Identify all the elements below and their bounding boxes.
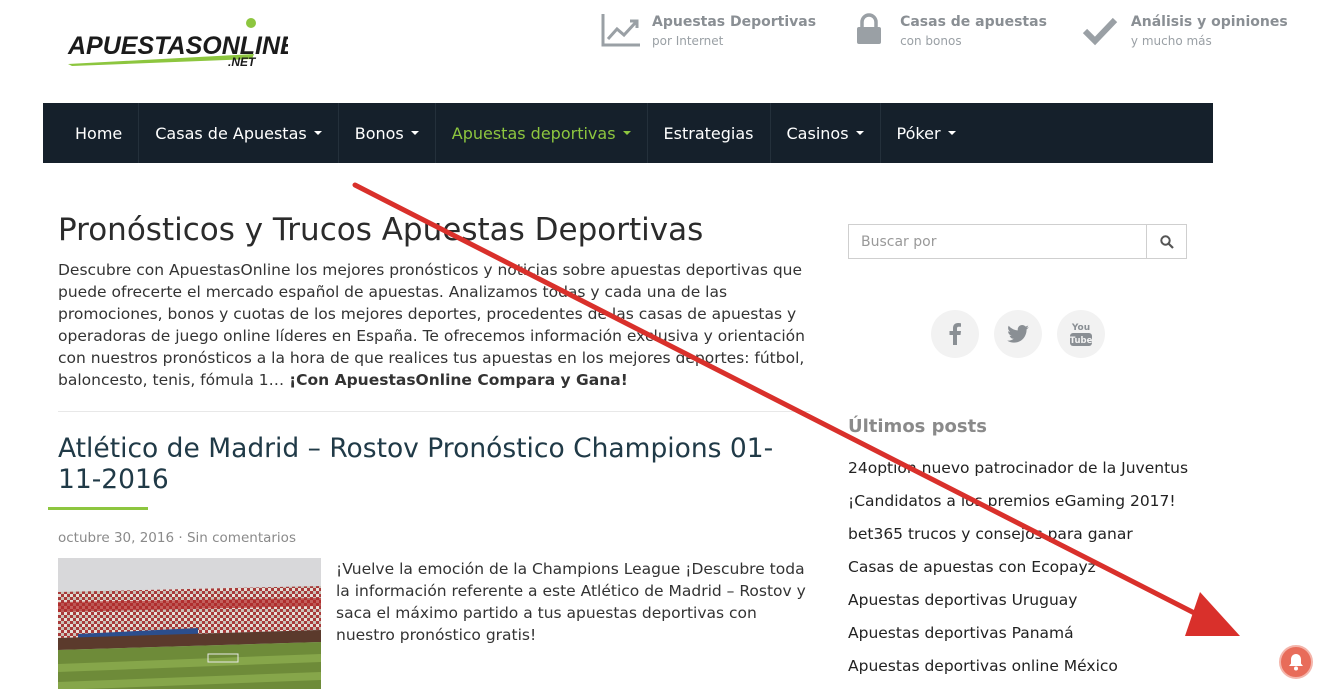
search-form xyxy=(848,224,1187,259)
nav-item-estrategias[interactable]: Estrategias xyxy=(648,103,771,163)
main-content: Pronósticos y Trucos Apuestas Deportivas… xyxy=(48,208,810,689)
post-excerpt: ¡Vuelve la emoción de la Champions Leagu… xyxy=(336,560,806,644)
nav-item-poker[interactable]: Póker xyxy=(881,103,972,163)
feature-apuestas-deportivas: Apuestas Deportivas por Internet xyxy=(600,12,816,50)
caret-down-icon xyxy=(313,131,322,135)
twitter-link[interactable] xyxy=(994,310,1042,358)
nav-item-label: Estrategias xyxy=(663,123,754,143)
recent-post-link[interactable]: Apuestas deportivas online México xyxy=(848,650,1188,683)
site-logo[interactable]: APUESTASONLINE .NET xyxy=(64,16,298,72)
checkmark-icon xyxy=(1079,12,1121,48)
youtube-tube-text: Tube xyxy=(1070,336,1093,346)
intro-text: Descubre con ApuestasOnline los mejores … xyxy=(58,259,810,391)
caret-down-icon xyxy=(855,131,864,135)
youtube-link[interactable]: You Tube xyxy=(1057,310,1105,358)
recent-post-link[interactable]: 24option nuevo patrocinador de la Juvent… xyxy=(848,452,1188,485)
nav-item-casas-de-apuestas[interactable]: Casas de Apuestas xyxy=(139,103,339,163)
meta-separator: · xyxy=(174,530,187,546)
post-thumbnail[interactable] xyxy=(58,558,321,689)
header-features: Apuestas Deportivas por Internet Casas d… xyxy=(600,12,1320,50)
caret-down-icon xyxy=(947,131,956,135)
lock-icon xyxy=(848,12,890,48)
search-icon xyxy=(1159,234,1174,249)
page-title: Pronósticos y Trucos Apuestas Deportivas xyxy=(58,212,704,248)
intro-body: Descubre con ApuestasOnline los mejores … xyxy=(58,261,805,389)
nav-item-label: Casas de Apuestas xyxy=(155,123,307,143)
nav-item-casinos[interactable]: Casinos xyxy=(771,103,881,163)
caret-down-icon xyxy=(622,131,631,135)
nav-item-label: Casinos xyxy=(786,123,849,143)
title-underline xyxy=(48,507,148,510)
recent-post-link[interactable]: Casas de apuestas con Ecopayz xyxy=(848,551,1188,584)
recent-post-link[interactable]: bet365 trucos y consejos para ganar xyxy=(848,518,1188,551)
intro-tagline: ¡Con ApuestasOnline Compara y Gana! xyxy=(289,371,628,389)
caret-down-icon xyxy=(410,131,419,135)
post-comments-link[interactable]: Sin comentarios xyxy=(187,530,296,546)
main-navigation: Home Casas de Apuestas Bonos Apuestas de… xyxy=(43,103,1213,163)
bell-icon xyxy=(1289,654,1303,671)
feature-subtitle: por Internet xyxy=(652,34,724,48)
social-links: You Tube xyxy=(931,310,1120,358)
post-title-link[interactable]: Atlético de Madrid – Rostov Pronóstico C… xyxy=(58,433,810,495)
post-date: octubre 30, 2016 xyxy=(58,530,175,546)
nav-item-label: Bonos xyxy=(354,123,404,143)
twitter-icon xyxy=(1007,325,1029,343)
nav-item-apuestas-deportivas[interactable]: Apuestas deportivas xyxy=(436,103,648,163)
youtube-you-text: You xyxy=(1071,323,1090,333)
facebook-link[interactable] xyxy=(931,310,979,358)
divider xyxy=(58,411,810,412)
feature-subtitle: con bonos xyxy=(900,34,962,48)
notification-bell-button[interactable] xyxy=(1279,645,1313,679)
nav-item-label: Apuestas deportivas xyxy=(451,123,616,143)
nav-item-label: Home xyxy=(75,123,123,143)
search-input[interactable] xyxy=(849,225,1146,258)
feature-title: Casas de apuestas xyxy=(900,14,1047,30)
feature-title: Análisis y opiniones xyxy=(1130,14,1288,30)
search-button[interactable] xyxy=(1146,225,1186,258)
nav-item-bonos[interactable]: Bonos xyxy=(339,103,436,163)
feature-casas-de-apuestas: Casas de apuestas con bonos xyxy=(848,12,1047,50)
nav-item-label: Póker xyxy=(896,123,941,143)
post-card: Atlético de Madrid – Rostov Pronóstico C… xyxy=(48,433,810,689)
feature-analisis: Análisis y opiniones y mucho más xyxy=(1079,12,1288,50)
facebook-icon xyxy=(949,323,961,345)
logo-subtext: .NET xyxy=(228,55,257,69)
recent-post-link[interactable]: Apuestas deportivas Uruguay xyxy=(848,584,1188,617)
youtube-icon: You Tube xyxy=(1070,323,1093,346)
feature-subtitle: y mucho más xyxy=(1130,34,1212,48)
post-meta: octubre 30, 2016 · Sin comentarios xyxy=(58,530,810,546)
feature-title: Apuestas Deportivas xyxy=(652,14,817,30)
recent-posts-title: Últimos posts xyxy=(848,416,987,437)
recent-posts-list: 24option nuevo patrocinador de la Juvent… xyxy=(848,452,1188,683)
recent-post-link[interactable]: ¡Candidatos a los premios eGaming 2017! xyxy=(848,485,1188,518)
recent-post-link[interactable]: Apuestas deportivas Panamá xyxy=(848,617,1188,650)
nav-item-home[interactable]: Home xyxy=(43,103,140,163)
chart-trend-icon xyxy=(600,12,642,48)
